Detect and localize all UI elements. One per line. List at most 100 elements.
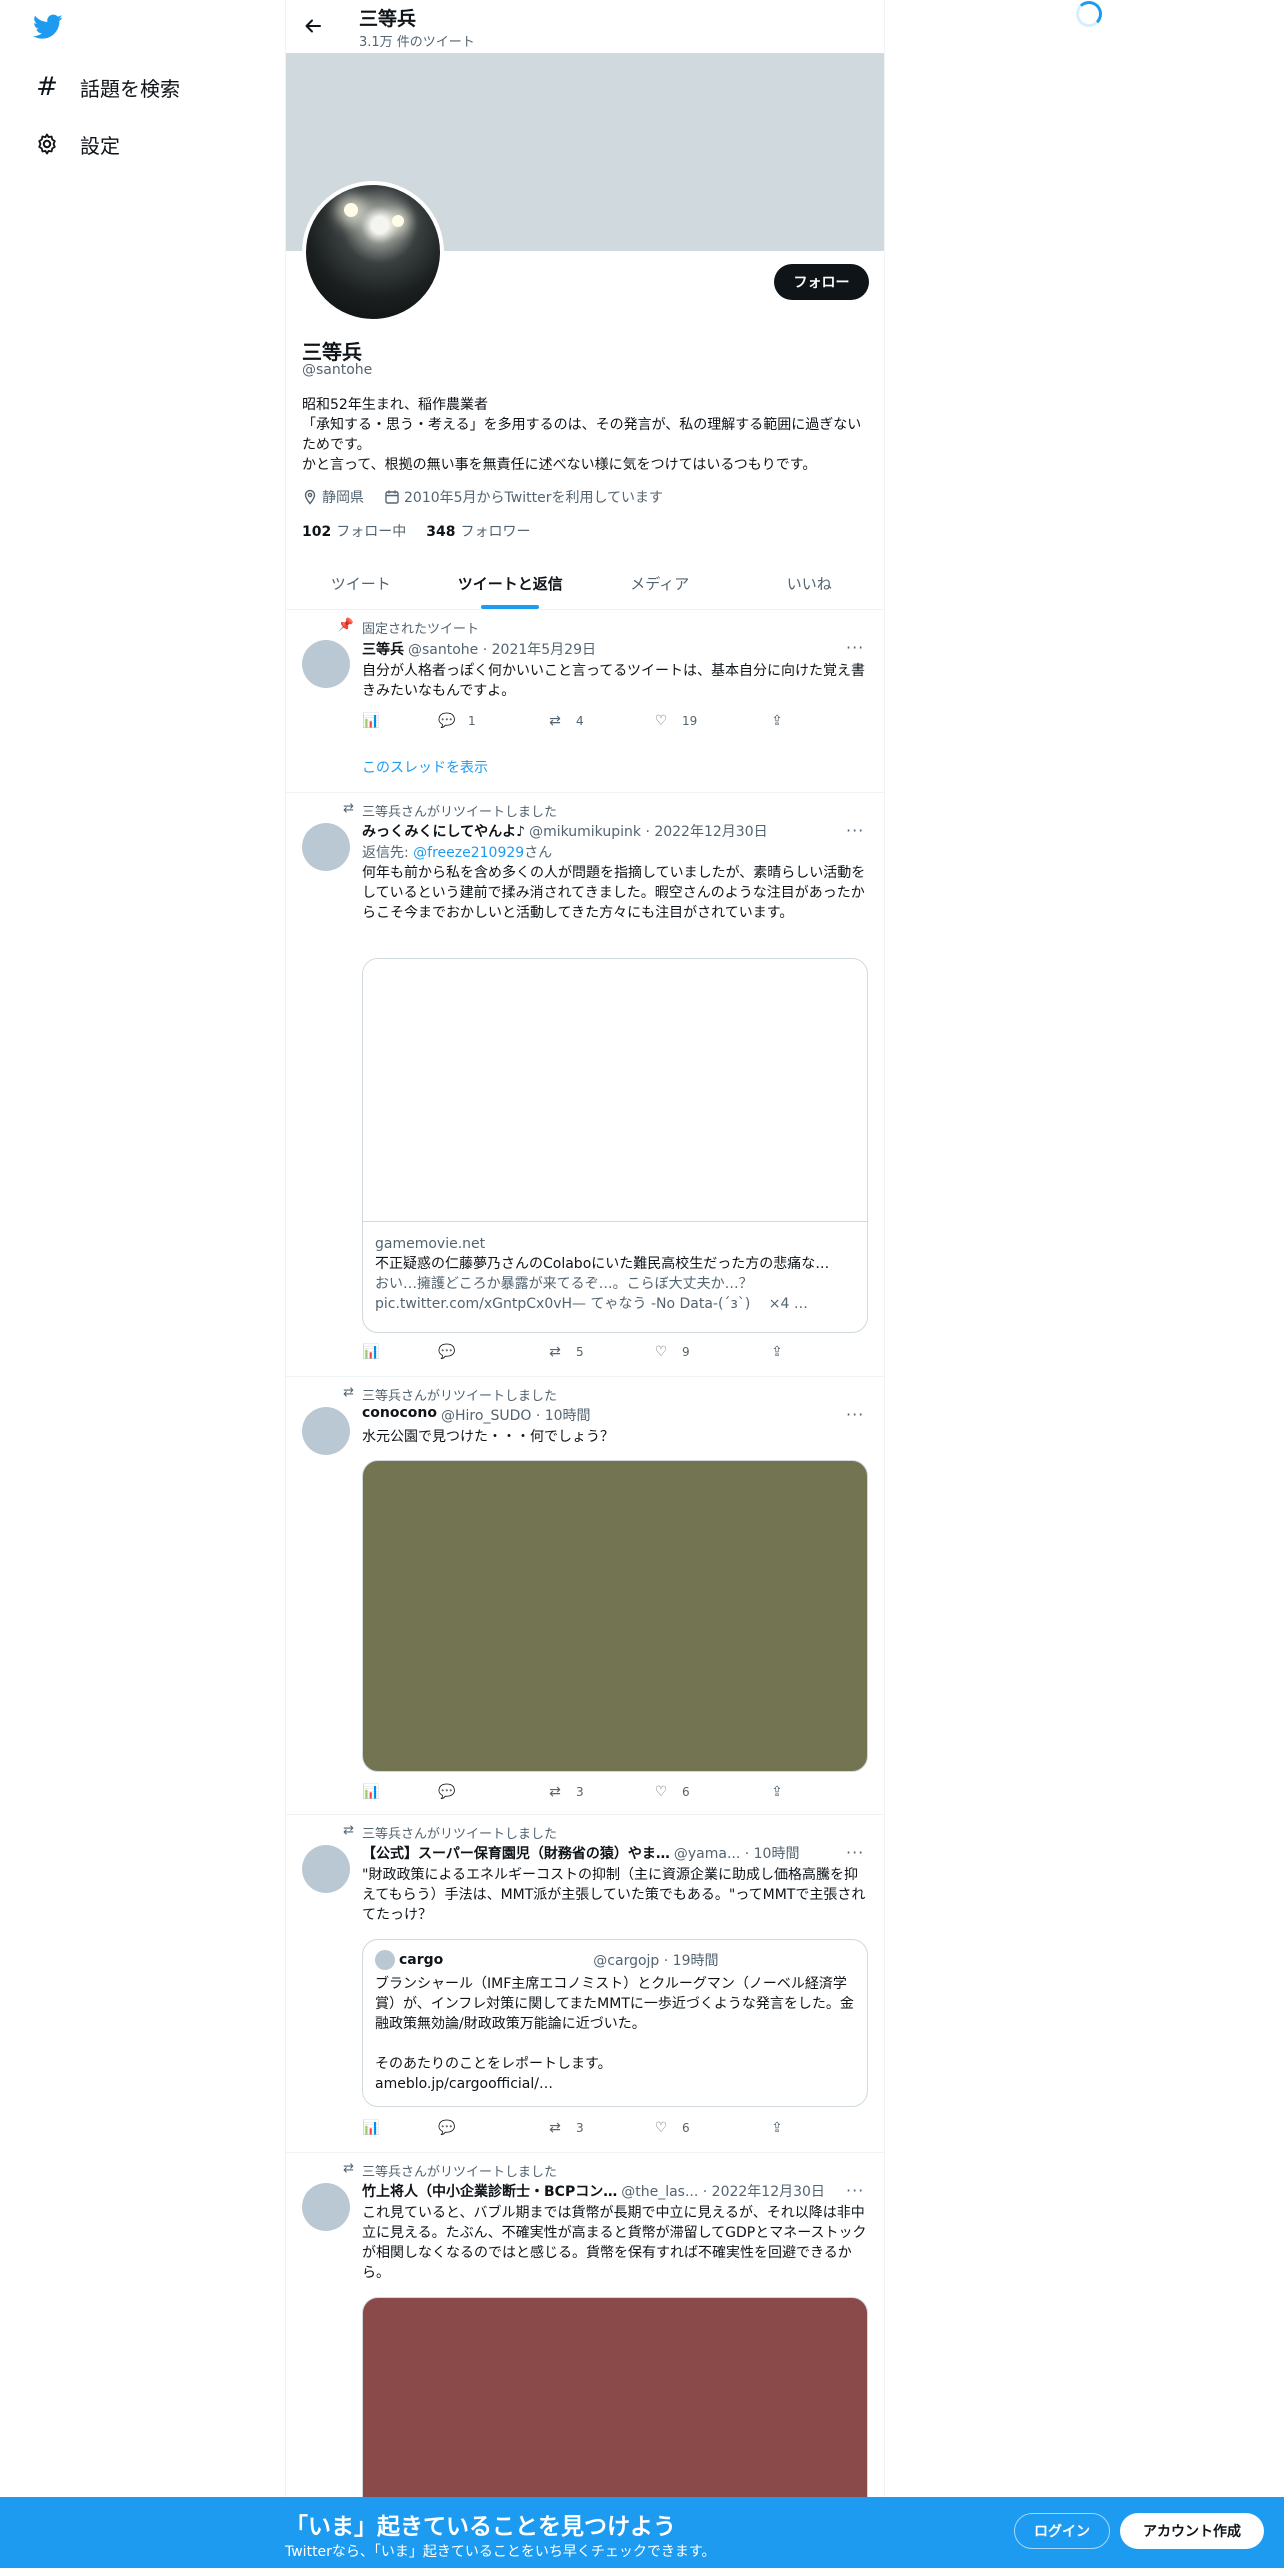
like-button[interactable]: ♡ 6 (652, 1784, 690, 1800)
quote-avatar (375, 1950, 395, 1970)
tweet-handle-time[interactable]: @Hiro_SUDO · 10時間 (441, 1405, 591, 1425)
avatar[interactable] (302, 823, 350, 871)
share-button[interactable]: ⇪ (768, 1784, 786, 1800)
signup-prompt-subtitle: Twitterなら、「いま」起きていることをいち早くチェックできます。 (285, 2544, 716, 2560)
tweet-media-image[interactable] (362, 1460, 868, 1772)
login-button[interactable]: ログイン (1014, 2513, 1110, 2549)
analytics-button[interactable]: 📊 (362, 1784, 380, 1800)
quote-text: ブランシャール（IMF主席エコノミスト）とクルーグマン（ノーベル経済学賞）が、イ… (375, 1976, 854, 2092)
page-title: 三等兵 (359, 8, 417, 30)
retweet-context-icon: ⇄ (343, 2161, 354, 2176)
like-button[interactable]: ♡ 6 (652, 2120, 690, 2136)
retweet-button[interactable]: ⇄ 3 (546, 2120, 584, 2136)
analytics-button[interactable]: 📊 (362, 1344, 380, 1360)
like-button[interactable]: ♡ 9 (652, 1344, 690, 1360)
profile-location: 静岡県 (322, 490, 364, 506)
tweet-author-name[interactable]: 【公式】スーパー保育園児（財務省の猿）やま… (362, 1843, 670, 1863)
share-button[interactable]: ⇪ (768, 1344, 786, 1360)
quote-tweet[interactable]: cargo @cargojp · 19時間 ブランシャール（IMF主席エコノミス… (362, 1939, 868, 2107)
following-link[interactable]: 102 フォロー中 (302, 521, 406, 541)
retweet-context-icon: ⇄ (343, 801, 354, 816)
reply-button[interactable]: 💬 (438, 1784, 468, 1800)
nav-explore[interactable]: # 話題を検索 (34, 67, 180, 107)
tweet-context: 三等兵さんがリツイートしました (362, 2165, 558, 2180)
analytics-button[interactable]: 📊 (362, 713, 380, 729)
reply-button[interactable]: 💬 1 (438, 713, 475, 729)
avatar[interactable] (302, 640, 350, 688)
tweet-retweet-3[interactable]: ⇄ 三等兵さんがリツイートしました 【公式】スーパー保育園児（財務省の猿）やま…… (286, 1815, 884, 2153)
tweet-handle-time[interactable]: @the_las... · 2022年12月30日 (621, 2181, 825, 2201)
profile-joined: 2010年5月からTwitterを利用しています (404, 490, 664, 506)
tweet-handle-time[interactable]: @yama... · 10時間 (674, 1843, 800, 1863)
follow-button[interactable]: フォロー (774, 264, 869, 300)
avatar[interactable] (302, 1407, 350, 1455)
avatar[interactable] (302, 2183, 350, 2231)
signup-button[interactable]: アカウント作成 (1120, 2513, 1264, 2549)
more-options-icon[interactable]: ··· (846, 2181, 864, 2200)
signup-prompt-bar: 「いま」起きていることを見つけよう Twitterなら、「いま」起きていることを… (0, 2497, 1284, 2568)
tweet-author-name[interactable]: 三等兵 (362, 639, 404, 659)
tab-tweets[interactable]: ツイート (286, 557, 436, 609)
retweet-button[interactable]: ⇄ 4 (546, 713, 584, 729)
like-button[interactable]: ♡ 19 (652, 713, 698, 729)
avatar[interactable] (302, 1845, 350, 1893)
show-thread-link[interactable]: このスレッドを表示 (362, 758, 868, 778)
tweet-header: 三等兵 @santohe · 2021年5月29日 (362, 639, 596, 659)
reply-icon: 💬 (438, 2120, 456, 2136)
heart-icon: ♡ (654, 1344, 668, 1360)
reply-icon: 💬 (438, 1784, 456, 1800)
tweet-context: 三等兵さんがリツイートしました (362, 1389, 558, 1404)
share-icon: ⇪ (771, 1344, 783, 1360)
tweet-text: "財政政策によるエネルギーコストの抑制（主に資源企業に助成し価格高騰を抑えてもら… (362, 1867, 866, 1923)
tweet-retweet-1[interactable]: ⇄ 三等兵さんがリツイートしました みっくみくにしてやんよ♪ @mikumiku… (286, 793, 884, 1377)
tweet-header: みっくみくにしてやんよ♪ @mikumikupink · 2022年12月30日 (362, 821, 768, 841)
tab-media[interactable]: メディア (585, 557, 735, 609)
followers-link[interactable]: 348 フォロワー (426, 521, 530, 541)
tweet-header: 【公式】スーパー保育園児（財務省の猿）やま… @yama... · 10時間 (362, 1843, 799, 1863)
share-icon: ⇪ (771, 1784, 783, 1800)
tab-tweets-and-replies[interactable]: ツイートと返信 (436, 557, 586, 609)
retweet-button[interactable]: ⇄ 3 (546, 1784, 584, 1800)
loading-spinner-icon (1076, 1, 1102, 27)
tweet-retweet-2[interactable]: ⇄ 三等兵さんがリツイートしました conocono @Hiro_SUDO · … (286, 1377, 884, 1815)
share-button[interactable]: ⇪ (768, 2120, 786, 2136)
followers-count: 348 (426, 524, 456, 540)
analytics-button[interactable]: 📊 (362, 2120, 380, 2136)
link-card-description: おい…擁護どころか暴露が来てるぞ…。こらぼ大丈夫か…？ pic.twitter.… (375, 1276, 808, 1312)
twitter-logo-icon[interactable] (33, 14, 63, 40)
tab-likes[interactable]: いいね (735, 557, 885, 609)
more-options-icon[interactable]: ··· (846, 638, 864, 657)
reply-button[interactable]: 💬 (438, 2120, 468, 2136)
share-button[interactable]: ⇪ (768, 713, 786, 729)
back-arrow-icon[interactable] (300, 13, 326, 39)
tweet-author-name[interactable]: conocono (362, 1405, 437, 1425)
link-card-title: 不正疑惑の仁藤夢乃さんのColaboにいた難民高校生だった方の悲痛な… (375, 1256, 830, 1272)
reply-to-mention[interactable]: @freeze210929 (413, 845, 524, 861)
reply-button[interactable]: 💬 (438, 1344, 468, 1360)
link-card-domain: gamemovie.net (375, 1236, 486, 1252)
retweet-context-icon: ⇄ (343, 1385, 354, 1400)
more-options-icon[interactable]: ··· (846, 1843, 864, 1862)
analytics-icon: 📊 (362, 713, 380, 729)
profile-handle: @santohe (302, 362, 373, 378)
tweet-author-name[interactable]: 竹上将人（中小企業診断士・BCPコン… (362, 2181, 617, 2201)
tweet-header: conocono @Hiro_SUDO · 10時間 (362, 1405, 591, 1425)
profile-tabs: ツイート ツイートと返信 メディア いいね (286, 557, 884, 610)
profile-avatar[interactable] (302, 181, 444, 323)
calendar-icon (385, 490, 399, 504)
following-count: 102 (302, 524, 332, 540)
tweet-pinned[interactable]: 📌 固定されたツイート 三等兵 @santohe · 2021年5月29日 ··… (286, 610, 884, 793)
tweet-handle-time[interactable]: @santohe · 2021年5月29日 (408, 639, 596, 659)
link-card[interactable]: gamemovie.net 不正疑惑の仁藤夢乃さんのColaboにいた難民高校生… (362, 958, 868, 1333)
tweet-handle-time[interactable]: @mikumikupink · 2022年12月30日 (529, 821, 768, 841)
retweet-button[interactable]: ⇄ 5 (546, 1344, 584, 1360)
tweet-author-name[interactable]: みっくみくにしてやんよ♪ (362, 821, 525, 841)
reply-to-line: 返信先: @freeze210929さん (362, 845, 553, 861)
analytics-icon: 📊 (362, 1784, 380, 1800)
heart-icon: ♡ (654, 2120, 668, 2136)
more-options-icon[interactable]: ··· (846, 1405, 864, 1424)
tweet-text: 水元公園で見つけた・・・何でしょう？ (362, 1429, 614, 1445)
tweet-text: 何年も前から私を含め多くの人が問題を指摘していましたが、素晴らしい活動をしている… (362, 865, 866, 921)
nav-settings[interactable]: 設定 (34, 124, 120, 164)
more-options-icon[interactable]: ··· (846, 821, 864, 840)
